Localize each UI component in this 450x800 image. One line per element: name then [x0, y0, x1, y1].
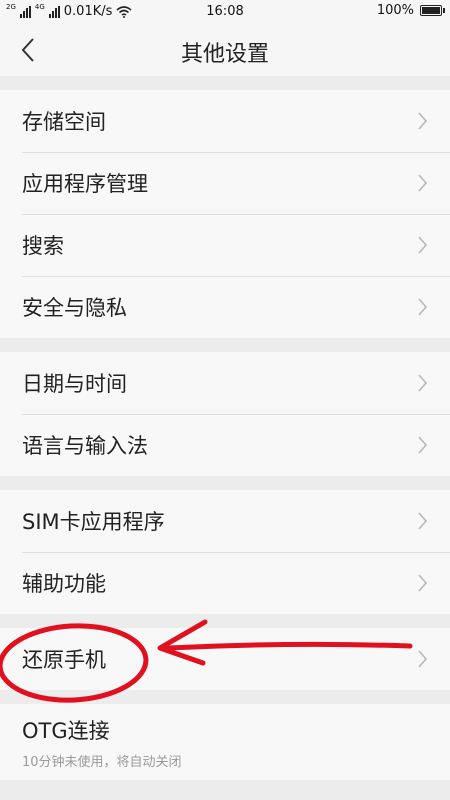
chevron-right-icon — [418, 374, 428, 392]
battery-fill — [422, 7, 440, 14]
settings-item-date-time[interactable]: 日期与时间 — [0, 352, 450, 414]
settings-item-label: 安全与隐私 — [22, 296, 127, 320]
settings-item-search[interactable]: 搜索 — [0, 214, 450, 276]
status-right: 100% — [376, 3, 445, 18]
settings-item-label: 还原手机 — [22, 648, 106, 672]
settings-group-5: OTG连接 10分钟未使用，将自动关闭 — [0, 704, 450, 780]
settings-item-label: 搜索 — [22, 234, 64, 258]
settings-item-label: 语言与输入法 — [22, 434, 148, 458]
settings-item-label: OTG连接 — [22, 718, 110, 743]
chevron-right-icon — [418, 298, 428, 316]
title-bar: 其他设置 — [0, 24, 450, 76]
status-bar: 2G 4G 0.01K/s 16:08 100% — [0, 0, 450, 24]
settings-item-label: 存储空间 — [22, 110, 106, 134]
chevron-right-icon — [418, 112, 428, 130]
settings-item-label: 应用程序管理 — [22, 172, 148, 196]
settings-item-security-privacy[interactable]: 安全与隐私 — [0, 276, 450, 338]
chevron-right-icon — [418, 650, 428, 668]
battery-percent: 100% — [376, 3, 414, 18]
settings-group-2: 日期与时间 语言与输入法 — [0, 352, 450, 476]
settings-item-reset-phone[interactable]: 还原手机 — [0, 628, 450, 690]
settings-group-4: 还原手机 — [0, 628, 450, 690]
settings-item-app-management[interactable]: 应用程序管理 — [0, 152, 450, 214]
settings-item-language-input[interactable]: 语言与输入法 — [0, 414, 450, 476]
page-title: 其他设置 — [180, 42, 269, 67]
settings-group-3: SIM卡应用程序 辅助功能 — [0, 490, 450, 614]
settings-item-storage[interactable]: 存储空间 — [0, 90, 450, 152]
settings-item-otg[interactable]: OTG连接 10分钟未使用，将自动关闭 — [0, 704, 450, 780]
settings-group-1: 存储空间 应用程序管理 搜索 安全与隐私 — [0, 90, 450, 338]
chevron-right-icon — [418, 512, 428, 530]
chevron-right-icon — [418, 436, 428, 454]
settings-item-label: 日期与时间 — [22, 372, 127, 396]
chevron-right-icon — [418, 574, 428, 592]
settings-item-subtitle: 10分钟未使用，将自动关闭 — [22, 754, 182, 770]
settings-item-accessibility[interactable]: 辅助功能 — [0, 552, 450, 614]
battery-icon — [420, 5, 445, 16]
chevron-right-icon — [418, 236, 428, 254]
settings-item-label: 辅助功能 — [22, 572, 106, 596]
settings-item-label: SIM卡应用程序 — [22, 510, 165, 534]
chevron-right-icon — [418, 174, 428, 192]
settings-item-sim-apps[interactable]: SIM卡应用程序 — [0, 490, 450, 552]
